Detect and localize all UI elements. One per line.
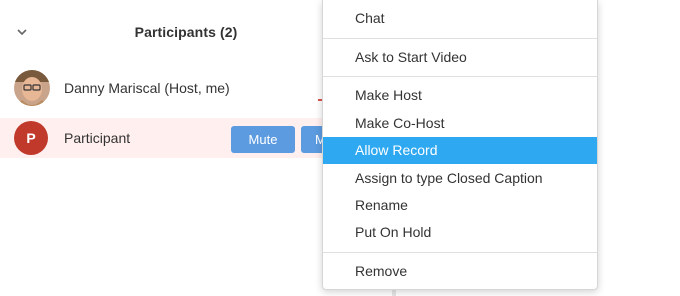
panel-title: Participants (2) (134, 24, 238, 40)
menu-item-make-co-host[interactable]: Make Co-Host (323, 110, 597, 137)
mute-button[interactable]: Mute (231, 126, 295, 153)
participant-name: Participant (64, 130, 131, 146)
menu-item-make-host[interactable]: Make Host (323, 82, 597, 109)
context-menu: Chat Ask to Start Video Make Host Make C… (322, 0, 598, 290)
menu-separator (323, 252, 597, 253)
menu-item-chat[interactable]: Chat (323, 5, 597, 32)
menu-separator (323, 38, 597, 39)
menu-item-rename[interactable]: Rename (323, 192, 597, 219)
menu-item-ask-to-start-video[interactable]: Ask to Start Video (323, 44, 597, 71)
menu-item-assign-closed-caption[interactable]: Assign to type Closed Caption (323, 165, 597, 192)
menu-item-put-on-hold[interactable]: Put On Hold (323, 219, 597, 246)
participant-name: Danny Mariscal (Host, me) (64, 80, 230, 96)
avatar: P (14, 121, 48, 155)
avatar (14, 70, 50, 106)
menu-separator (323, 76, 597, 77)
menu-item-remove[interactable]: Remove (323, 258, 597, 285)
menu-item-allow-record[interactable]: Allow Record (323, 137, 597, 164)
